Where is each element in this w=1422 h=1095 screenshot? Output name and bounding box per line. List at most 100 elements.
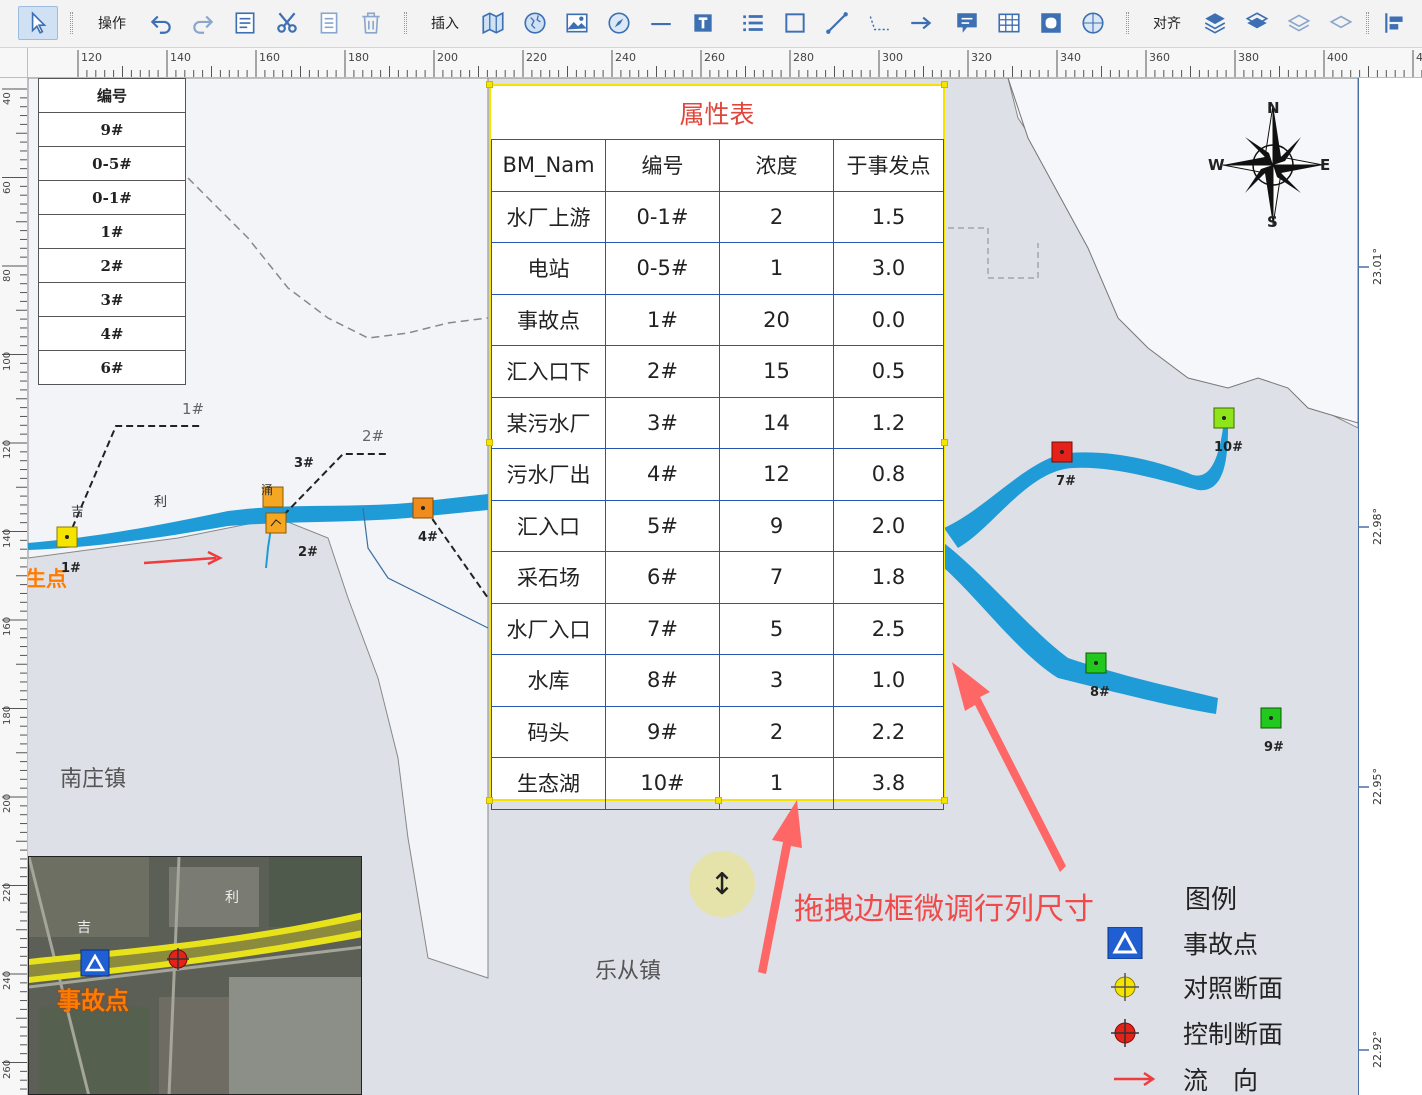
layer-down-button[interactable] xyxy=(1240,6,1274,40)
attribute-table-row[interactable]: 水厂入口 7# 5 2.5 xyxy=(491,602,944,655)
layer-top-button[interactable] xyxy=(1282,6,1316,40)
insert-frame-button[interactable] xyxy=(1034,6,1068,40)
attribute-table-cell[interactable]: 某污水厂 xyxy=(491,396,606,449)
insert-rectangle-button[interactable] xyxy=(778,6,812,40)
attribute-table-cell[interactable]: 2.5 xyxy=(833,602,944,655)
attribute-table-cell[interactable]: 1.0 xyxy=(833,654,944,707)
attribute-table-frame[interactable]: 属性表 BM_Nam 编号 浓度 于事发点 水厂上游 0-1# 2 1.5 电站 0-5# 1 3.… xyxy=(486,81,948,810)
number-list-table[interactable]: 编号 9# 0-5# 0-1# 1# 2# 3# 4# 6# xyxy=(38,78,186,385)
attribute-table-cell[interactable]: 3 xyxy=(719,654,834,707)
resize-handle[interactable] xyxy=(941,797,948,804)
attribute-table-row[interactable]: 汇入口下 2# 15 0.5 xyxy=(491,345,944,398)
attribute-table-cell[interactable]: 1 xyxy=(719,242,834,295)
attribute-table-cell[interactable]: 4# xyxy=(605,448,720,501)
attribute-table-cell[interactable]: 生态湖 xyxy=(491,757,606,810)
attribute-table-cell[interactable]: 5 xyxy=(719,602,834,655)
redo-button[interactable] xyxy=(186,6,220,40)
attribute-table-cell[interactable]: 水厂入口 xyxy=(491,602,606,655)
resize-handle[interactable] xyxy=(941,81,948,88)
attribute-table-cell[interactable]: 2 xyxy=(719,190,834,243)
select-pointer-button[interactable] xyxy=(18,6,58,40)
resize-handle[interactable] xyxy=(715,797,722,804)
attribute-table-cell[interactable]: 3# xyxy=(605,396,720,449)
insert-callout-button[interactable] xyxy=(950,6,984,40)
attribute-table-cell[interactable]: 20 xyxy=(719,293,834,346)
undo-button[interactable] xyxy=(144,6,178,40)
attribute-table-row[interactable]: 污水厂出 4# 12 0.8 xyxy=(491,448,944,501)
attribute-table-cell[interactable]: 9 xyxy=(719,499,834,552)
operate-menu[interactable]: 操作 xyxy=(90,6,134,40)
resize-handle[interactable] xyxy=(486,439,493,446)
attribute-table-cell[interactable]: 6# xyxy=(605,551,720,604)
attribute-table-cell[interactable]: 3.8 xyxy=(833,757,944,810)
attribute-table-cell[interactable]: 采石场 xyxy=(491,551,606,604)
attribute-table-cell[interactable]: 1.5 xyxy=(833,190,944,243)
attribute-table-cell[interactable]: 7# xyxy=(605,602,720,655)
attribute-table-row[interactable]: 水库 8# 3 1.0 xyxy=(491,654,944,707)
insert-map-button[interactable] xyxy=(476,6,510,40)
attribute-table-cell[interactable]: 15 xyxy=(719,345,834,398)
attribute-column-header[interactable]: 浓度 xyxy=(719,139,834,192)
resize-handle[interactable] xyxy=(486,81,493,88)
attribute-table-cell[interactable]: 1.2 xyxy=(833,396,944,449)
insert-text-button[interactable] xyxy=(686,6,720,40)
vertical-ruler[interactable]: 40 60 80 100 120 140 160 180 200 220 240 260 xyxy=(0,78,28,1095)
attribute-table-cell[interactable]: 水库 xyxy=(491,654,606,707)
attribute-table-row[interactable]: 事故点 1# 20 0.0 xyxy=(491,293,944,346)
cut-button[interactable] xyxy=(270,6,304,40)
attribute-table-cell[interactable]: 7 xyxy=(719,551,834,604)
align-left-button[interactable] xyxy=(1378,6,1412,40)
insert-globe-button[interactable] xyxy=(518,6,552,40)
attribute-table-row[interactable]: 采石场 6# 7 1.8 xyxy=(491,551,944,604)
resize-handle[interactable] xyxy=(941,439,948,446)
attribute-table-cell[interactable]: 1 xyxy=(719,757,834,810)
copy-button[interactable] xyxy=(312,6,346,40)
horizontal-ruler[interactable]: 120 140 160 180 200 220 240 260 280 300 320 340 360 3… xyxy=(28,48,1422,78)
attribute-table-cell[interactable]: 1# xyxy=(605,293,720,346)
insert-legend-button[interactable] xyxy=(1076,6,1110,40)
attribute-table-cell[interactable]: 12 xyxy=(719,448,834,501)
attribute-table-cell[interactable]: 2 xyxy=(719,705,834,758)
insert-picture-button[interactable] xyxy=(560,6,594,40)
delete-button[interactable] xyxy=(354,6,388,40)
attribute-column-header[interactable]: BM_Nam xyxy=(491,139,606,192)
resize-handle[interactable] xyxy=(486,797,493,804)
attribute-table-cell[interactable]: 5# xyxy=(605,499,720,552)
insert-line-button[interactable] xyxy=(644,6,678,40)
attribute-table-cell[interactable]: 8# xyxy=(605,654,720,707)
insert-polyline-button[interactable] xyxy=(820,6,854,40)
attribute-table-row[interactable]: 汇入口 5# 9 2.0 xyxy=(491,499,944,552)
attribute-table-cell[interactable]: 污水厂出 xyxy=(491,448,606,501)
insert-list-button[interactable] xyxy=(736,6,770,40)
attribute-table-cell[interactable]: 2# xyxy=(605,345,720,398)
attribute-table-row[interactable]: 某污水厂 3# 14 1.2 xyxy=(491,396,944,449)
attribute-table-cell[interactable]: 9# xyxy=(605,705,720,758)
layer-up-button[interactable] xyxy=(1198,6,1232,40)
attribute-table-cell[interactable]: 码头 xyxy=(491,705,606,758)
attribute-table-cell[interactable]: 14 xyxy=(719,396,834,449)
attribute-table-cell[interactable]: 0.0 xyxy=(833,293,944,346)
properties-button[interactable] xyxy=(228,6,262,40)
attribute-table-cell[interactable]: 0-5# xyxy=(605,242,720,295)
inset-satellite-map[interactable]: 吉 利 事故点 xyxy=(28,856,362,1095)
attribute-table-cell[interactable]: 0-1# xyxy=(605,190,720,243)
insert-arrow-button[interactable] xyxy=(904,6,938,40)
attribute-table-cell[interactable]: 3.0 xyxy=(833,242,944,295)
layer-bottom-button[interactable] xyxy=(1324,6,1358,40)
attribute-column-header[interactable]: 编号 xyxy=(605,139,720,192)
attribute-column-header[interactable]: 于事发点 xyxy=(833,139,944,192)
attribute-table-cell[interactable]: 0.5 xyxy=(833,345,944,398)
attribute-table[interactable]: BM_Nam 编号 浓度 于事发点 水厂上游 0-1# 2 1.5 电站 0-5# 1 3.0 事故点… xyxy=(491,139,944,810)
attribute-table-cell[interactable]: 2.0 xyxy=(833,499,944,552)
attribute-table-row[interactable]: 电站 0-5# 1 3.0 xyxy=(491,242,944,295)
attribute-table-cell[interactable]: 1.8 xyxy=(833,551,944,604)
align-menu[interactable]: 对齐 xyxy=(1146,6,1188,40)
attribute-table-cell[interactable]: 电站 xyxy=(491,242,606,295)
insert-menu[interactable]: 插入 xyxy=(424,6,466,40)
insert-table-button[interactable] xyxy=(992,6,1026,40)
insert-dimension-button[interactable] xyxy=(862,6,896,40)
attribute-table-row[interactable]: 水厂上游 0-1# 2 1.5 xyxy=(491,190,944,243)
attribute-table-cell[interactable]: 2.2 xyxy=(833,705,944,758)
insert-compass-button[interactable] xyxy=(602,6,636,40)
attribute-table-cell[interactable]: 事故点 xyxy=(491,293,606,346)
